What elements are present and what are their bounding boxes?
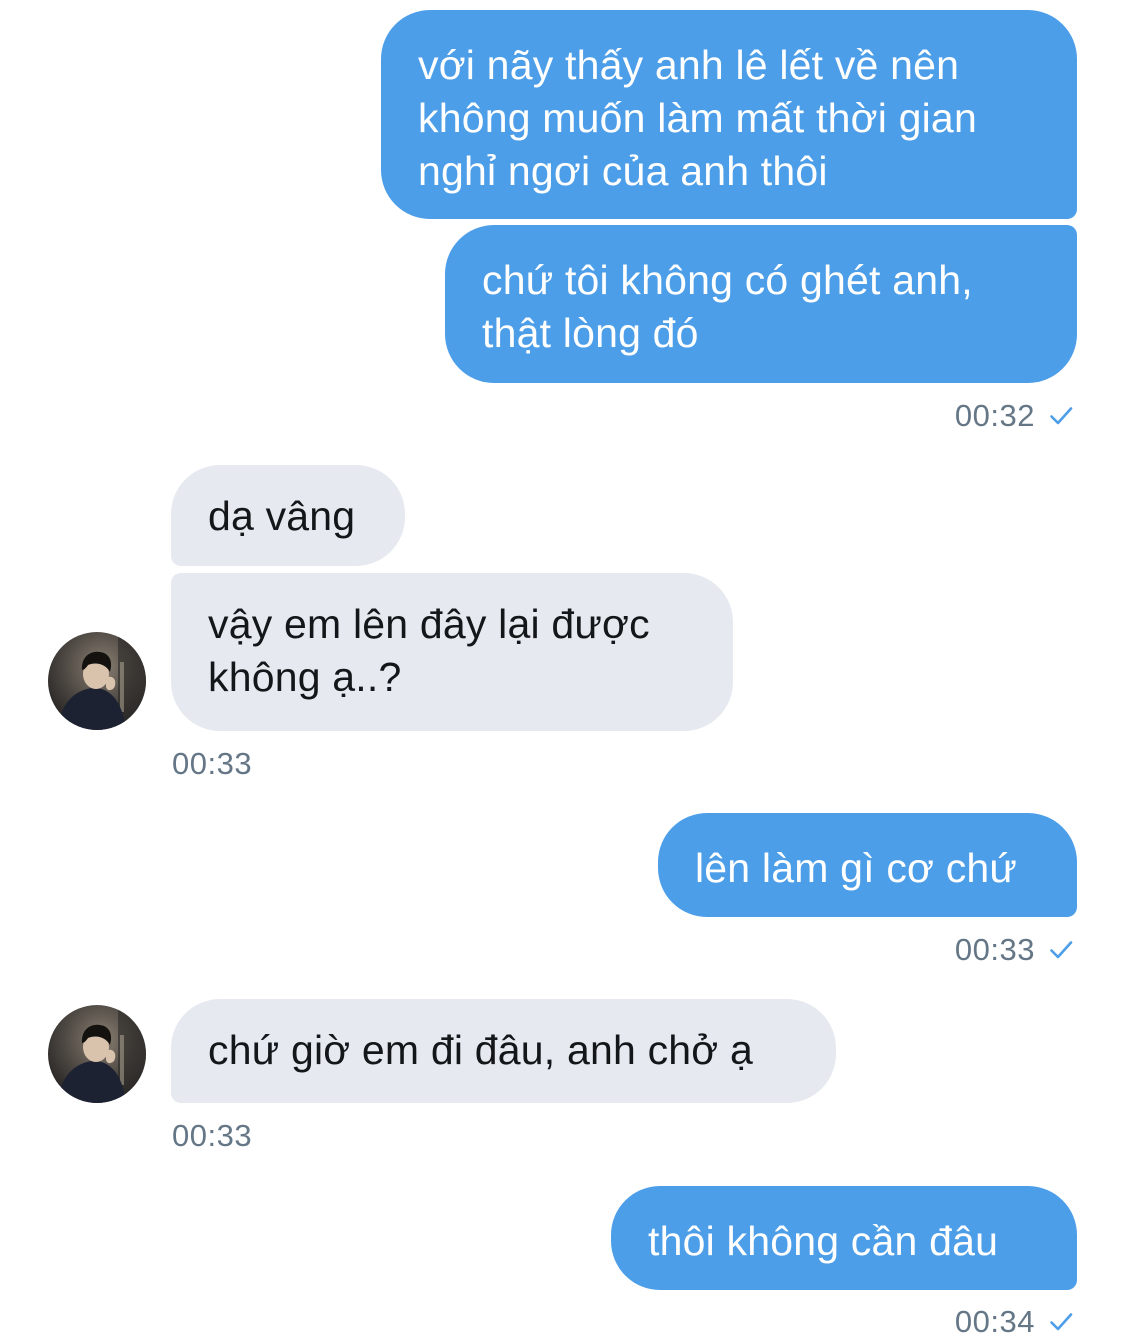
check-icon [1050, 941, 1073, 959]
message-timestamp: 00:33 [172, 1118, 253, 1153]
message-timestamp: 00:33 [955, 932, 1073, 968]
incoming-message[interactable]: chứ giờ em đi đâu, anh chở ạ [171, 999, 836, 1103]
timestamp-text: 00:33 [954, 932, 1035, 967]
timestamp-text: 00:34 [954, 1304, 1035, 1339]
outgoing-message[interactable]: chứ tôi không có ghét anh, thật lòng đó [445, 225, 1077, 383]
outgoing-message[interactable]: lên làm gì cơ chứ [658, 813, 1077, 917]
incoming-message[interactable]: dạ vâng [171, 465, 405, 566]
avatar[interactable] [48, 632, 146, 730]
message-timestamp: 00:33 [172, 746, 253, 781]
check-icon [1050, 407, 1073, 425]
check-icon [1050, 1313, 1073, 1331]
avatar[interactable] [48, 1005, 146, 1103]
incoming-message[interactable]: vậy em lên đây lại được không ạ..? [171, 573, 733, 731]
avatar-photo [48, 632, 146, 730]
message-timestamp: 00:34 [955, 1304, 1073, 1340]
message-timestamp: 00:32 [955, 398, 1073, 434]
avatar-photo [48, 1005, 146, 1103]
outgoing-message[interactable]: thôi không cần đâu [611, 1186, 1077, 1290]
outgoing-message[interactable]: với nãy thấy anh lê lết về nên không muố… [381, 10, 1077, 219]
timestamp-text: 00:32 [954, 398, 1035, 433]
